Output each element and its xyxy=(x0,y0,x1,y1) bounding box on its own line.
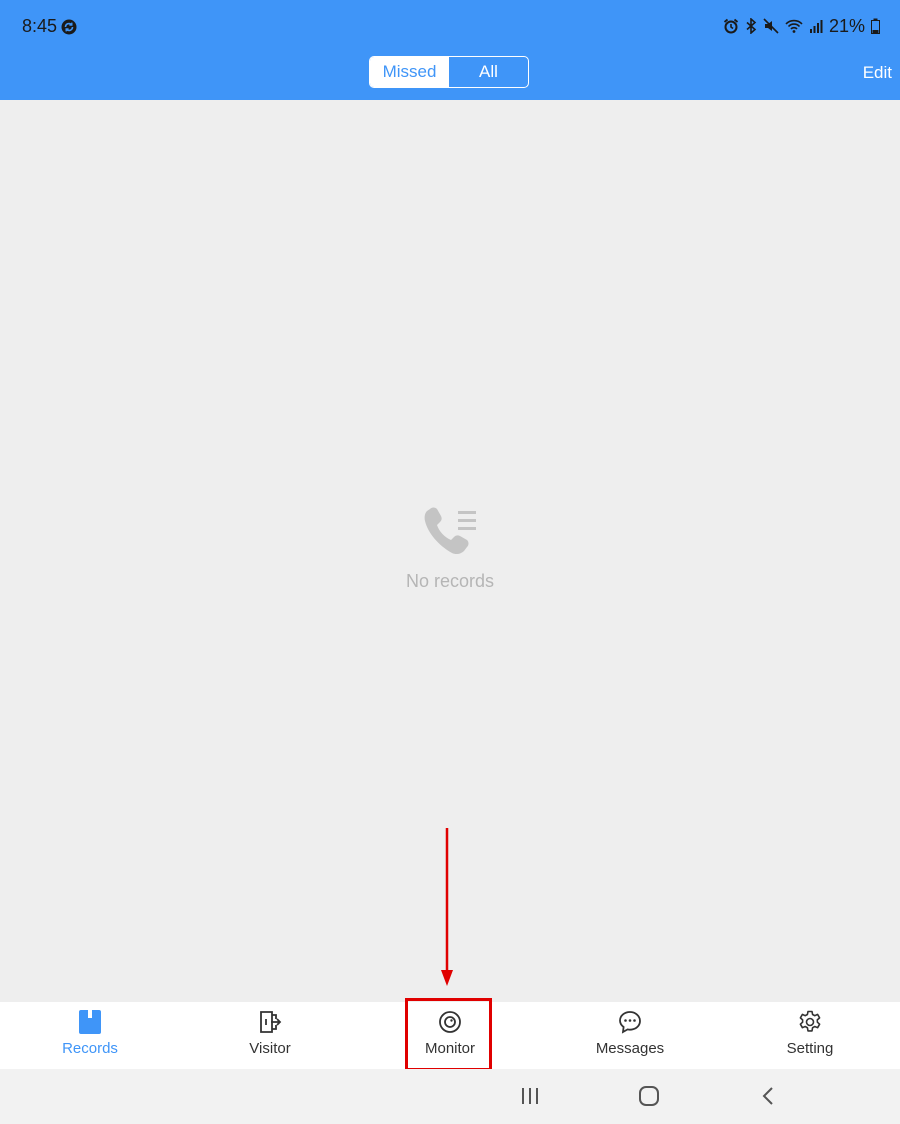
tab-messages[interactable]: Messages xyxy=(540,1002,720,1069)
tab-setting-label: Setting xyxy=(786,1040,834,1057)
sync-icon xyxy=(61,19,77,35)
tab-messages-label: Messages xyxy=(595,1040,665,1057)
bottom-tab-bar: Records Visitor Monitor Messages Setting xyxy=(0,1002,900,1069)
gear-icon xyxy=(799,1010,821,1032)
battery-icon xyxy=(871,18,880,34)
bluetooth-icon xyxy=(746,18,757,34)
tab-monitor-label: Monitor xyxy=(424,1040,476,1057)
segment-missed[interactable]: Missed xyxy=(370,57,449,87)
empty-state: No records xyxy=(0,505,900,592)
back-icon[interactable] xyxy=(760,1085,776,1107)
tab-visitor-label: Visitor xyxy=(249,1040,291,1057)
tab-records-label: Records xyxy=(62,1040,118,1057)
alarm-icon xyxy=(723,18,739,34)
records-icon xyxy=(79,1010,101,1034)
tab-setting[interactable]: Setting xyxy=(720,1002,900,1069)
tab-records[interactable]: Records xyxy=(0,1002,180,1069)
segment-all[interactable]: All xyxy=(449,57,528,87)
mute-icon xyxy=(763,18,779,34)
monitor-camera-icon xyxy=(439,1011,461,1033)
empty-state-text: No records xyxy=(405,571,495,591)
wifi-icon xyxy=(785,19,803,33)
system-nav-bar xyxy=(0,1069,900,1124)
tab-monitor[interactable]: Monitor xyxy=(360,1002,540,1069)
recent-apps-icon[interactable] xyxy=(520,1085,540,1107)
filter-segmented-control: Missed All xyxy=(369,56,529,88)
signal-icon xyxy=(809,20,823,33)
app-header: 8:45 21% Missed All Edit xyxy=(0,0,900,100)
phone-list-icon xyxy=(424,507,476,555)
home-icon[interactable] xyxy=(638,1085,660,1107)
battery-percent: 21% xyxy=(828,15,865,36)
annotation-arrow xyxy=(441,828,453,986)
edit-button[interactable]: Edit xyxy=(863,63,892,83)
status-icons: 21% xyxy=(723,16,880,36)
tab-visitor[interactable]: Visitor xyxy=(180,1002,360,1069)
visitor-door-icon xyxy=(260,1011,282,1033)
chat-bubble-icon xyxy=(619,1011,641,1034)
status-time: 8:45 xyxy=(22,16,58,36)
